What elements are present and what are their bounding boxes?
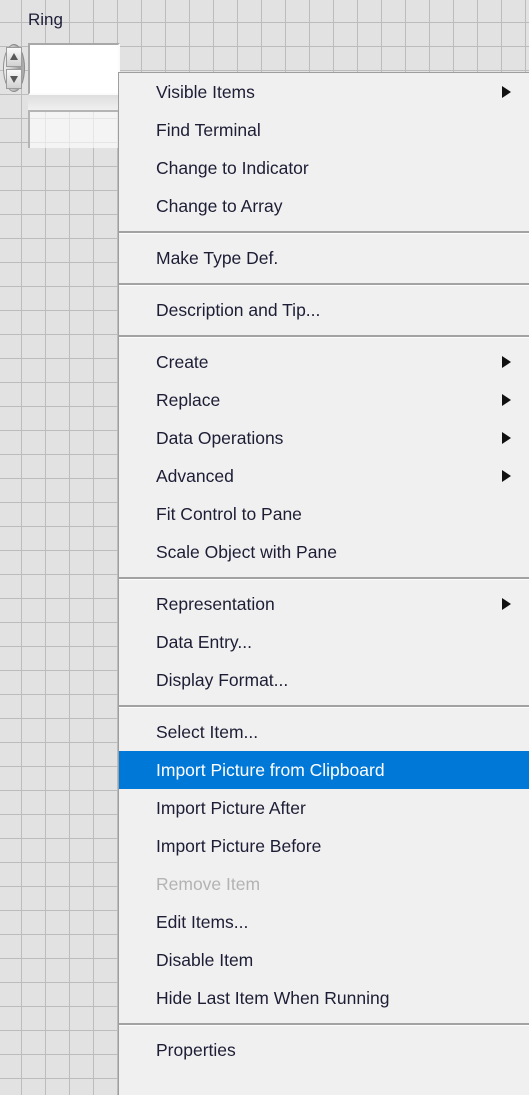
menu-item-label: Hide Last Item When Running (156, 988, 390, 1008)
menu-item-select-item[interactable]: Select Item... (119, 713, 529, 751)
triangle-right-icon (502, 394, 511, 406)
menu-item-fit-control-to-pane[interactable]: Fit Control to Pane (119, 495, 529, 533)
menu-item-import-picture-from-clipboard[interactable]: Import Picture from Clipboard (119, 751, 529, 789)
ring-control[interactable]: Ring (0, 0, 130, 150)
ring-spinner[interactable] (3, 44, 25, 92)
menu-item-label: Edit Items... (156, 912, 249, 932)
menu-separator (119, 335, 529, 338)
menu-separator (119, 705, 529, 708)
menu-item-visible-items[interactable]: Visible Items (119, 73, 529, 111)
menu-item-make-type-def[interactable]: Make Type Def. (119, 239, 529, 277)
triangle-right-icon (502, 598, 511, 610)
menu-separator (119, 1023, 529, 1026)
menu-item-label: Data Entry... (156, 632, 252, 652)
increment-button[interactable] (6, 47, 22, 67)
menu-item-remove-item: Remove Item (119, 865, 529, 903)
menu-item-display-format[interactable]: Display Format... (119, 661, 529, 699)
menu-item-label: Scale Object with Pane (156, 542, 337, 562)
menu-item-edit-items[interactable]: Edit Items... (119, 903, 529, 941)
ring-control-divider (28, 95, 120, 110)
menu-item-label: Replace (156, 390, 221, 410)
triangle-right-icon (502, 432, 511, 444)
menu-item-find-terminal[interactable]: Find Terminal (119, 111, 529, 149)
menu-item-label: Find Terminal (156, 120, 261, 140)
menu-item-label: Display Format... (156, 670, 289, 690)
menu-item-label: Create (156, 352, 209, 372)
decrement-button[interactable] (6, 69, 22, 89)
menu-item-replace[interactable]: Replace (119, 381, 529, 419)
menu-item-label: Representation (156, 594, 275, 614)
triangle-down-icon (10, 76, 18, 83)
menu-item-import-picture-before[interactable]: Import Picture Before (119, 827, 529, 865)
triangle-right-icon (502, 470, 511, 482)
menu-item-label: Disable Item (156, 950, 254, 970)
triangle-up-icon (10, 53, 18, 60)
menu-item-representation[interactable]: Representation (119, 585, 529, 623)
menu-item-label: Change to Array (156, 196, 283, 216)
menu-item-scale-object-with-pane[interactable]: Scale Object with Pane (119, 533, 529, 571)
menu-item-change-to-array[interactable]: Change to Array (119, 187, 529, 225)
menu-item-label: Fit Control to Pane (156, 504, 302, 524)
menu-item-create[interactable]: Create (119, 343, 529, 381)
menu-item-label: Change to Indicator (156, 158, 309, 178)
menu-item-label: Remove Item (156, 874, 261, 894)
ring-value-box[interactable] (28, 43, 120, 95)
menu-separator (119, 283, 529, 286)
menu-item-description-and-tip[interactable]: Description and Tip... (119, 291, 529, 329)
screen: Ring Visible Items Find Terminal Change to… (0, 0, 529, 1095)
menu-item-label: Data Operations (156, 428, 284, 448)
menu-item-data-entry[interactable]: Data Entry... (119, 623, 529, 661)
menu-item-label: Visible Items (156, 82, 255, 102)
triangle-right-icon (502, 86, 511, 98)
triangle-right-icon (502, 356, 511, 368)
menu-item-import-picture-after[interactable]: Import Picture After (119, 789, 529, 827)
ring-dropdown-area[interactable] (28, 110, 120, 148)
ring-control-label: Ring (28, 10, 63, 29)
menu-item-label: Select Item... (156, 722, 259, 742)
menu-item-label: Import Picture from Clipboard (156, 760, 385, 780)
menu-item-label: Advanced (156, 466, 234, 486)
menu-item-label: Make Type Def. (156, 248, 279, 268)
menu-separator (119, 231, 529, 234)
menu-item-change-to-indicator[interactable]: Change to Indicator (119, 149, 529, 187)
menu-item-hide-last-item-when-running[interactable]: Hide Last Item When Running (119, 979, 529, 1017)
menu-item-label: Import Picture After (156, 798, 306, 818)
menu-item-label: Properties (156, 1040, 236, 1060)
menu-item-label: Description and Tip... (156, 300, 321, 320)
menu-item-properties[interactable]: Properties (119, 1031, 529, 1069)
menu-item-label: Import Picture Before (156, 836, 322, 856)
menu-item-disable-item[interactable]: Disable Item (119, 941, 529, 979)
menu-item-advanced[interactable]: Advanced (119, 457, 529, 495)
menu-item-data-operations[interactable]: Data Operations (119, 419, 529, 457)
menu-separator (119, 577, 529, 580)
context-menu[interactable]: Visible Items Find Terminal Change to Indi… (118, 72, 529, 1095)
